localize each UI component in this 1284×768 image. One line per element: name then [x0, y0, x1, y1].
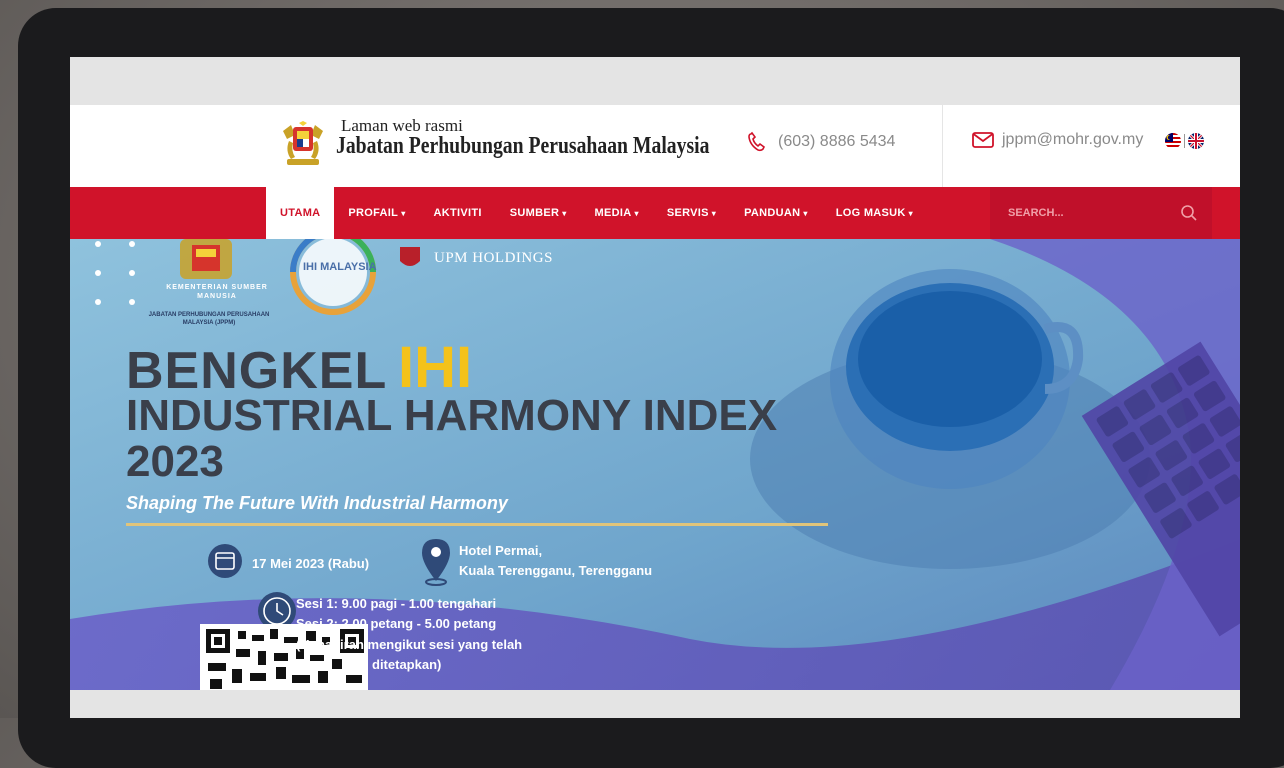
- event-date: 17 Mei 2023 (Rabu): [252, 556, 370, 571]
- nav-item-sumber[interactable]: SUMBER ▾: [496, 187, 581, 239]
- site-title[interactable]: Jabatan Perhubungan Perusahaan Malaysia: [336, 133, 709, 160]
- caret-down-icon: ▾: [908, 208, 913, 218]
- event-location-line-1: Hotel Permai,: [459, 543, 543, 558]
- ministry-logo-text: KEMENTERIAN SUMBER MANUSIA: [166, 284, 268, 300]
- department-text: JABATAN PERHUBUNGAN PERUSAHAAN MALAYSIA …: [148, 312, 270, 326]
- flag-separator: [1184, 134, 1185, 148]
- banner-background: [70, 239, 1240, 690]
- caret-down-icon: ▾: [562, 208, 567, 218]
- search-icon[interactable]: [1180, 204, 1198, 222]
- nav-item-label: SUMBER: [509, 207, 560, 219]
- nav-item-label: UTAMA: [280, 207, 321, 219]
- nav-item-aktiviti[interactable]: AKTIVITI: [420, 187, 496, 239]
- main-nav: UTAMA PROFAIL ▾ AKTIVITI SUMBER ▾ MEDIA ▾ SERVIS…: [70, 187, 1240, 239]
- header-divider: [942, 105, 943, 187]
- phone-number: (603) 8886 5434: [778, 133, 896, 150]
- event-note-line-2: ditetapkan): [372, 657, 442, 672]
- malaysia-flag-icon[interactable]: [1165, 133, 1181, 149]
- browser-viewport: Laman web rasmi Jabatan Perhubungan Peru…: [70, 57, 1240, 718]
- caret-down-icon: ▾: [803, 208, 808, 218]
- search-box: [990, 187, 1212, 239]
- caret-down-icon: ▾: [401, 208, 406, 218]
- nav-item-label: PANDUAN: [744, 207, 801, 219]
- uk-flag-icon[interactable]: [1188, 133, 1204, 149]
- nav-item-panduan[interactable]: PANDUAN ▾: [730, 187, 822, 239]
- headline-industrial-harmony-index: INDUSTRIAL HARMONY INDEX: [126, 391, 778, 440]
- phone-contact[interactable]: (603) 8886 5434: [746, 131, 895, 153]
- email-contact[interactable]: jppm@mohr.gov.my: [972, 131, 1143, 149]
- event-note-line-1: (Kehadiran mengikut sesi yang telah: [296, 637, 523, 652]
- upm-holdings-logo: UPM HOLDINGS: [434, 250, 553, 266]
- phone-icon: [748, 131, 766, 152]
- nav-item-label: LOG MASUK: [835, 207, 906, 219]
- event-session-2: Sesi 2: 2.00 petang - 5.00 petang: [296, 616, 497, 631]
- ihi-malaysia-logo: IHI MALAYSIA: [303, 261, 377, 273]
- site-header: Laman web rasmi Jabatan Perhubungan Peru…: [70, 105, 1240, 187]
- nav-item-utama[interactable]: UTAMA: [266, 187, 335, 239]
- search-input[interactable]: [990, 206, 1180, 220]
- nav-item-label: AKTIVITI: [433, 207, 482, 219]
- malaysia-crest-logo[interactable]: [275, 121, 331, 169]
- nav-item-profail[interactable]: PROFAIL ▾: [334, 187, 419, 239]
- nav-item-log-masuk[interactable]: LOG MASUK ▾: [822, 187, 927, 239]
- nav-item-label: SERVIS: [666, 207, 709, 219]
- gold-divider: [126, 523, 828, 526]
- nav-menu: UTAMA PROFAIL ▾ AKTIVITI SUMBER ▾ MEDIA ▾ SERVIS…: [266, 187, 927, 239]
- nav-item-media[interactable]: MEDIA ▾: [581, 187, 653, 239]
- site-subtitle: Laman web rasmi: [341, 116, 463, 135]
- headline-year: 2023: [126, 437, 224, 486]
- mail-icon: [972, 132, 994, 148]
- event-location-line-2: Kuala Terengganu, Terengganu: [459, 563, 653, 578]
- hero-banner[interactable]: UPM HOLDINGS IHI MALAYSIA KEMENTERIAN SU…: [70, 239, 1240, 690]
- email-address: jppm@mohr.gov.my: [1002, 131, 1144, 148]
- nav-item-label: MEDIA: [594, 207, 632, 219]
- caret-down-icon: ▾: [634, 208, 639, 218]
- language-switcher: [1165, 133, 1204, 149]
- banner-tagline: Shaping The Future With Industrial Harmo…: [126, 493, 508, 513]
- event-session-1: Sesi 1: 9.00 pagi - 1.00 tengahari: [296, 596, 497, 611]
- caret-down-icon: ▾: [711, 208, 717, 218]
- nav-item-servis[interactable]: SERVIS ▾: [653, 187, 730, 239]
- below-banner-area: [70, 690, 1240, 718]
- nav-item-label: PROFAIL: [348, 207, 399, 219]
